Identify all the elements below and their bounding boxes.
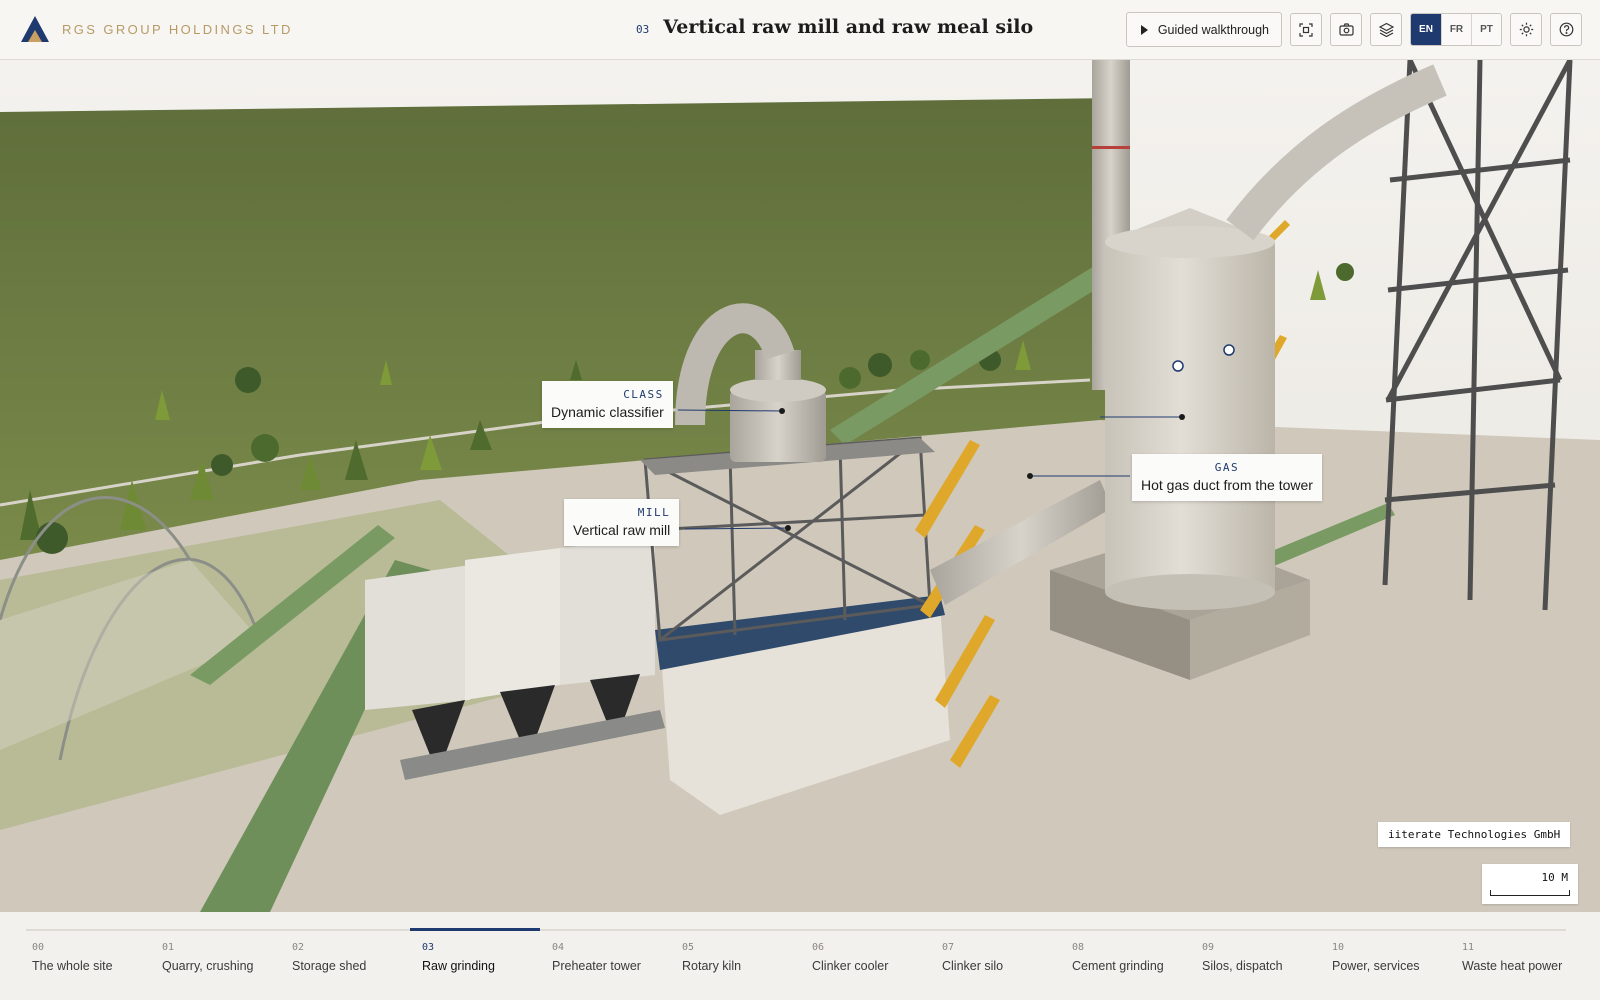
nav-item-waste-heat-power[interactable]: 11 Waste heat power <box>1456 942 1586 973</box>
nav-progress-track <box>26 928 1566 931</box>
nav-item-number: 05 <box>682 942 695 953</box>
lang-en-button[interactable]: EN <box>1411 14 1441 45</box>
nav-item-clinker-cooler[interactable]: 06 Clinker cooler <box>806 942 936 973</box>
nav-item-label: Preheater tower <box>552 959 641 973</box>
sun-icon <box>1519 22 1533 37</box>
nav-item-label: Power, services <box>1332 959 1420 973</box>
nav-item-label: The whole site <box>32 959 113 973</box>
3d-viewport[interactable]: CLASS Dynamic classifier MILL Vertical r… <box>0 60 1600 912</box>
brand-name: RGS GROUP HOLDINGS LTD <box>62 21 293 37</box>
lang-pt-button[interactable]: PT <box>1471 14 1501 45</box>
scale-bar: 10 M <box>1482 864 1578 904</box>
nav-active-indicator <box>410 928 540 931</box>
nav-item-number: 11 <box>1462 942 1475 953</box>
brand-logo-icon <box>21 16 49 42</box>
lang-fr-button[interactable]: FR <box>1441 14 1471 45</box>
plant-scene <box>0 60 1600 912</box>
nav-item-label: Clinker cooler <box>812 959 889 973</box>
nav-item-silos-dispatch[interactable]: 09 Silos, dispatch <box>1196 942 1326 973</box>
help-icon <box>1559 22 1573 37</box>
nav-item-whole-site[interactable]: 00 The whole site <box>26 942 156 973</box>
nav-item-label: Silos, dispatch <box>1202 959 1283 973</box>
nav-item-number: 07 <box>942 942 955 953</box>
callout-gas[interactable]: GAS Hot gas duct from the tower <box>1132 454 1322 501</box>
nav-item-label: Cement grinding <box>1072 959 1164 973</box>
nav-item-number: 00 <box>32 942 45 953</box>
nav-item-preheater-tower[interactable]: 04 Preheater tower <box>546 942 676 973</box>
nav-item-storage-shed[interactable]: 02 Storage shed <box>286 942 416 973</box>
callout-classifier-label: Dynamic classifier <box>551 404 664 420</box>
nav-item-power-services[interactable]: 10 Power, services <box>1326 942 1456 973</box>
callout-gas-tag: GAS <box>1214 461 1240 474</box>
brand[interactable]: RGS GROUP HOLDINGS LTD <box>20 14 293 44</box>
scale-label: 10 M <box>1541 871 1569 884</box>
credit-badge: iiterate Technologies GmbH <box>1378 822 1571 847</box>
nav-item-number: 06 <box>812 942 825 953</box>
nav-item-number: 01 <box>162 942 175 953</box>
focus-icon <box>1299 22 1313 37</box>
section-number: 03 <box>636 23 650 36</box>
callout-mill[interactable]: MILL Vertical raw mill <box>564 499 680 546</box>
callout-classifier[interactable]: CLASS Dynamic classifier <box>542 381 673 428</box>
callout-mill-tag: MILL <box>637 506 671 519</box>
nav-item-quarry[interactable]: 01 Quarry, crushing <box>156 942 286 973</box>
nav-item-clinker-silo[interactable]: 07 Clinker silo <box>936 942 1066 973</box>
nav-item-label: Clinker silo <box>942 959 1004 973</box>
callout-mill-label: Vertical raw mill <box>573 522 671 538</box>
play-icon <box>1140 24 1148 35</box>
nav-item-number: 02 <box>292 942 305 953</box>
nav-item-number: 08 <box>1072 942 1085 953</box>
nav-item-label: Rotary kiln <box>682 959 742 973</box>
focus-button[interactable] <box>1290 13 1322 46</box>
nav-item-label: Quarry, crushing <box>162 959 254 973</box>
nav-item-cement-grinding[interactable]: 08 Cement grinding <box>1066 942 1196 973</box>
guided-walkthrough-button[interactable]: Guided walkthrough <box>1125 12 1282 47</box>
nav-item-label: Waste heat power <box>1462 959 1563 973</box>
language-switcher: EN FR PT <box>1410 13 1502 46</box>
nav-item-label: Storage shed <box>292 959 367 973</box>
top-bar: RGS GROUP HOLDINGS LTD 03 Vertical raw m… <box>0 0 1600 60</box>
nav-item-rotary-kiln[interactable]: 05 Rotary kiln <box>676 942 806 973</box>
layers-icon <box>1378 22 1394 37</box>
nav-item-number: 09 <box>1202 942 1215 953</box>
help-button[interactable] <box>1550 13 1582 46</box>
nav-item-number: 03 <box>422 942 435 953</box>
nav-item-raw-grinding[interactable]: 03 Raw grinding <box>416 942 546 973</box>
scale-ruler <box>1490 890 1570 896</box>
callout-classifier-tag: CLASS <box>623 388 664 401</box>
guided-walkthrough-label: Guided walkthrough <box>1157 22 1269 37</box>
screenshot-button[interactable] <box>1330 13 1362 46</box>
page-title: Vertical raw mill and raw meal silo <box>663 16 1034 38</box>
nav-item-label: Raw grinding <box>422 959 495 973</box>
nav-items: 00 The whole site 01 Quarry, crushing 02 St… <box>26 942 1586 973</box>
toolbar: Guided walkthrough EN FR PT <box>1125 12 1582 47</box>
nav-item-number: 04 <box>552 942 565 953</box>
theme-button[interactable] <box>1510 13 1542 46</box>
callout-gas-label: Hot gas duct from the tower <box>1141 477 1313 493</box>
camera-icon <box>1338 23 1354 36</box>
nav-item-number: 10 <box>1332 942 1345 953</box>
section-nav: 00 The whole site 01 Quarry, crushing 02 St… <box>0 912 1600 1000</box>
layers-button[interactable] <box>1370 13 1402 46</box>
page-title-group: 03 Vertical raw mill and raw meal silo <box>636 16 1033 38</box>
